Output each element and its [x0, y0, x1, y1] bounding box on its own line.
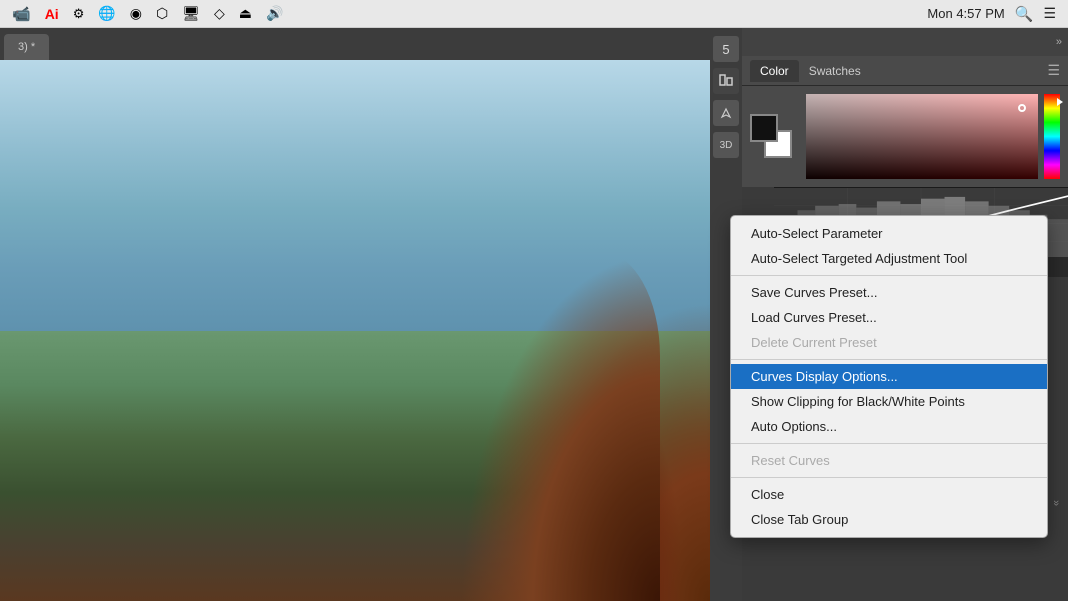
liquify-icon[interactable]: ⬡ — [156, 5, 168, 22]
tool-5[interactable]: 5 — [713, 36, 739, 62]
color-tab-bar: Color Swatches ☰ — [742, 56, 1068, 86]
tool-arrow[interactable] — [713, 100, 739, 126]
menu-item-auto-options[interactable]: Auto Options... — [731, 414, 1047, 439]
image-area: 3) * — [0, 28, 710, 601]
menu-item-auto-select-targeted[interactable]: Auto-Select Targeted Adjustment Tool — [731, 246, 1047, 271]
color-swatch-area — [742, 86, 1068, 187]
menu-item-save-curves-preset[interactable]: Save Curves Preset... — [731, 280, 1047, 305]
swatches-tab[interactable]: Swatches — [799, 60, 871, 82]
menu-separator-7 — [731, 443, 1047, 444]
volume-icon[interactable]: 🔊 — [266, 5, 283, 22]
tab-bar: 3) * — [0, 28, 710, 60]
foreground-color[interactable] — [750, 114, 778, 142]
eject-icon[interactable]: ⏏ — [239, 5, 252, 22]
menu-item-show-clipping[interactable]: Show Clipping for Black/White Points — [731, 389, 1047, 414]
hue-indicator — [1057, 98, 1063, 106]
color-picker-area — [806, 94, 1060, 179]
context-menu: Auto-Select ParameterAuto-Select Targete… — [730, 215, 1048, 538]
airdrop-icon[interactable]: ◇ — [214, 5, 225, 22]
menubar-right: Mon 4:57 PM 🔍 ☰ — [927, 5, 1056, 23]
menu-separator-8 — [731, 477, 1047, 478]
color-picker-dot — [1018, 104, 1026, 112]
bridge-icon[interactable]: 🌐 — [98, 5, 115, 22]
menu-item-load-curves-preset[interactable]: Load Curves Preset... — [731, 305, 1047, 330]
notification-icon[interactable]: ☰ — [1043, 5, 1056, 22]
hue-slider[interactable] — [1044, 94, 1060, 179]
menu-item-close-tab-group[interactable]: Close Tab Group — [731, 507, 1047, 532]
menu-item-auto-select-param[interactable]: Auto-Select Parameter — [731, 221, 1047, 246]
expand-chevrons-icon[interactable]: » — [1056, 36, 1062, 48]
tool-selector[interactable] — [713, 68, 739, 94]
menu-item-curves-display-options[interactable]: Curves Display Options... — [731, 364, 1047, 389]
spotlight-icon[interactable]: 🔍 — [1015, 5, 1034, 23]
creative-cloud-icon[interactable]: Ai — [45, 6, 59, 22]
tool-3d[interactable]: 3D — [713, 132, 739, 158]
color-tab[interactable]: Color — [750, 60, 799, 82]
menubar-left: 📹 Ai ⚙ 🌐 ◉ ⬡ 🖥 ◇ ⏏ 🔊 — [12, 5, 283, 23]
display-icon[interactable]: 🖥 — [182, 5, 200, 22]
color-gradient-square[interactable] — [806, 94, 1038, 179]
typekit-icon[interactable]: ⚙ — [73, 6, 85, 22]
menu-item-close[interactable]: Close — [731, 482, 1047, 507]
fg-bg-colors — [750, 114, 796, 160]
menubar: 📹 Ai ⚙ 🌐 ◉ ⬡ 🖥 ◇ ⏏ 🔊 Mon 4:57 PM 🔍 ☰ — [0, 0, 1068, 28]
hair-layer-3 — [460, 251, 660, 601]
menu-item-reset-curves: Reset Curves — [731, 448, 1047, 473]
video-camera-icon[interactable]: 📹 — [12, 5, 31, 23]
menubar-time: Mon 4:57 PM — [927, 6, 1004, 21]
panel-header-row: » — [710, 28, 1068, 56]
behance-icon[interactable]: ◉ — [130, 5, 142, 22]
bottom-expand-chevrons[interactable]: » — [1050, 500, 1062, 506]
document-tab[interactable]: 3) * — [4, 34, 49, 60]
tab-label: 3) * — [18, 41, 35, 53]
menu-separator-1 — [731, 275, 1047, 276]
menu-item-delete-current-preset: Delete Current Preset — [731, 330, 1047, 355]
photo-background — [0, 60, 710, 601]
panel-options-icon[interactable]: ☰ — [1047, 62, 1060, 79]
menu-separator-4 — [731, 359, 1047, 360]
